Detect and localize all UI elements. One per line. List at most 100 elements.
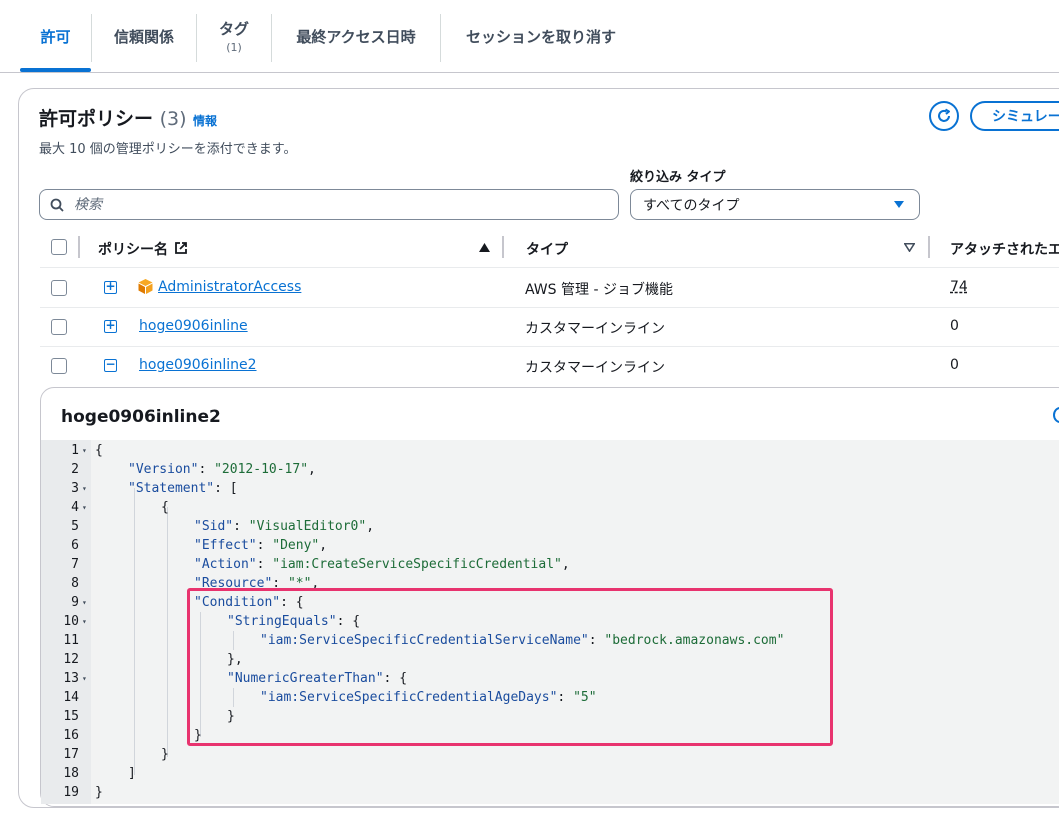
column-header-policy-name[interactable]: ポリシー名: [98, 239, 168, 259]
line-number: 19: [63, 785, 79, 800]
simulate-button[interactable]: シミュレー: [970, 101, 1059, 131]
json-value: "iam:CreateServiceSpecificCredential": [272, 557, 562, 572]
row-checkbox[interactable]: [51, 358, 67, 374]
expand-row-button[interactable]: +: [104, 319, 117, 333]
line-number: 6: [71, 538, 79, 553]
line-number: 15: [63, 709, 79, 724]
policy-type: カスタマーインライン: [525, 360, 665, 376]
policy-link-administratoraccess[interactable]: AdministratorAccess: [158, 279, 301, 295]
column-divider: [78, 236, 80, 258]
tab-bar: 許可 信頼関係 タグ (1) 最終アクセス日時 セッションを取り消す: [0, 0, 1059, 73]
row-checkbox[interactable]: [51, 280, 67, 296]
tab-trust-relationships[interactable]: 信頼関係: [92, 0, 196, 72]
json-key: "Version": [128, 462, 199, 477]
json-key: "Effect": [194, 538, 257, 553]
line-number: 10: [63, 614, 79, 629]
code-token: }: [161, 747, 169, 762]
select-all-checkbox[interactable]: [51, 239, 67, 255]
sort-icon[interactable]: [904, 243, 915, 252]
refresh-icon: [938, 108, 950, 122]
indent-guide: [167, 507, 168, 757]
row-divider: [40, 267, 1059, 268]
sort-ascending-icon[interactable]: [479, 243, 490, 252]
policy-link-hoge0906inline2[interactable]: hoge0906inline2: [139, 357, 257, 373]
line-number: 17: [63, 747, 79, 762]
policy-link-hoge0906inline[interactable]: hoge0906inline: [139, 318, 248, 334]
column-divider: [502, 236, 504, 258]
fold-toggle-icon[interactable]: ▾: [82, 593, 87, 612]
line-number: 2: [71, 462, 79, 477]
search-icon: [50, 198, 64, 212]
aws-managed-policy-icon: [138, 279, 153, 294]
active-tab-indicator: [20, 68, 91, 72]
attached-entities-count: 0: [950, 357, 959, 373]
json-value: "VisualEditor0": [248, 519, 367, 534]
page-title: 許可ポリシー (3): [39, 104, 187, 131]
expand-row-button[interactable]: +: [104, 280, 117, 294]
row-divider: [40, 307, 1059, 308]
search-input[interactable]: [72, 195, 596, 214]
fold-toggle-icon[interactable]: ▾: [82, 612, 87, 631]
column-header-type[interactable]: タイプ: [526, 239, 568, 259]
policy-detail-title: hoge0906inline2: [61, 407, 221, 427]
line-number: 9: [71, 595, 79, 610]
caret-down-icon: [894, 201, 904, 208]
info-link[interactable]: 情報: [193, 112, 217, 129]
policy-type: カスタマーインライン: [525, 321, 665, 337]
indent-guide: [134, 488, 135, 775]
column-header-attached-entities[interactable]: アタッチされたエ: [950, 239, 1059, 259]
json-key: "Action": [194, 557, 257, 572]
tab-permissions[interactable]: 許可: [20, 0, 91, 72]
refresh-button[interactable]: [929, 101, 959, 131]
tab-tags[interactable]: タグ (1): [197, 0, 271, 72]
line-number: 4: [71, 500, 79, 515]
filter-type-select[interactable]: すべてのタイプ: [630, 189, 920, 220]
line-number: 18: [63, 766, 79, 781]
tab-label: セッションを取り消す: [465, 27, 616, 46]
line-number: 16: [63, 728, 79, 743]
tab-count: (1): [226, 41, 242, 54]
line-number: 5: [71, 519, 79, 534]
column-header-label: ポリシー名: [98, 242, 168, 258]
line-number: 13: [63, 671, 79, 686]
row-checkbox[interactable]: [51, 319, 67, 335]
search-box[interactable]: [39, 189, 619, 220]
line-number: 3: [71, 481, 79, 496]
line-number: 8: [71, 576, 79, 591]
title-count: (3): [159, 108, 187, 130]
json-key: "Statement": [128, 481, 215, 496]
tab-label: タグ: [218, 20, 249, 38]
line-number: 1: [71, 443, 79, 458]
json-value: "Deny": [272, 538, 320, 553]
fold-toggle-icon[interactable]: ▾: [82, 669, 87, 688]
attached-entities-count: 0: [950, 318, 959, 334]
column-divider: [928, 236, 930, 258]
code-token: ]: [128, 766, 136, 781]
attached-entities-count[interactable]: 74: [950, 279, 968, 295]
panel-description: 最大 10 個の管理ポリシーを添付できます。: [39, 142, 297, 157]
tab-last-accessed[interactable]: 最終アクセス日時: [272, 0, 440, 72]
collapse-row-button[interactable]: −: [104, 358, 117, 372]
policy-type: AWS 管理 - ジョブ機能: [525, 282, 673, 298]
code-token: {: [95, 443, 103, 458]
fold-toggle-icon[interactable]: ▾: [82, 479, 87, 498]
line-number: 11: [63, 633, 79, 648]
tab-revoke-sessions[interactable]: セッションを取り消す: [441, 0, 641, 72]
condition-highlight-box: [187, 588, 833, 746]
external-link-icon[interactable]: [174, 241, 188, 255]
code-token: : [: [214, 481, 238, 496]
filter-type-value: すべてのタイプ: [643, 197, 740, 214]
tab-label: 信頼関係: [113, 27, 174, 46]
json-value: "2012-10-17": [214, 462, 309, 477]
fold-toggle-icon[interactable]: ▾: [82, 441, 87, 460]
line-number: 7: [71, 557, 79, 572]
line-number: 12: [63, 652, 79, 667]
json-key: "Sid": [194, 519, 234, 534]
row-divider: [40, 346, 1059, 347]
title-text: 許可ポリシー: [39, 108, 154, 130]
code-token: }: [95, 785, 103, 800]
line-number: 14: [63, 690, 79, 705]
filter-type-label: 絞り込み タイプ: [630, 170, 726, 185]
fold-toggle-icon[interactable]: ▾: [82, 498, 87, 517]
tab-label: 許可: [40, 27, 71, 46]
